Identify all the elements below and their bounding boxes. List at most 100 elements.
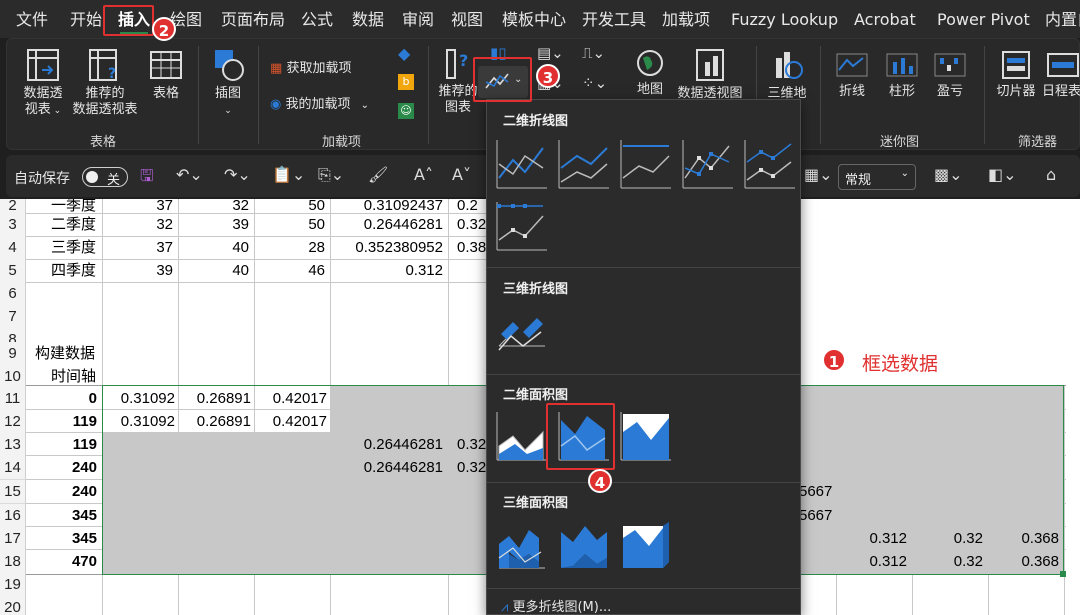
redo-icon[interactable]: ↷⌄ — [224, 165, 251, 184]
cell-value[interactable]: 0.352380952 — [338, 236, 446, 260]
tab-addins[interactable]: 加载项 — [662, 0, 710, 38]
cell-value[interactable]: 28 — [262, 236, 328, 260]
table-button[interactable]: 表格 — [146, 48, 186, 102]
3d-percent-stacked-area-thumb[interactable] — [619, 518, 673, 572]
percent-stacked-area-thumb[interactable] — [619, 410, 673, 464]
cell-axis[interactable]: 345 — [30, 504, 100, 528]
tab-fuzzy-lookup[interactable]: Fuzzy Lookup — [731, 0, 838, 38]
pivot-chart-button[interactable]: 数据透视图 — [674, 48, 746, 102]
bing-icon[interactable]: b — [398, 74, 414, 90]
cell-value[interactable]: 0.26446281 — [338, 213, 446, 237]
tab-file[interactable]: 文件 — [16, 0, 48, 38]
row-header[interactable]: 9 — [0, 342, 26, 366]
area-chart-thumb[interactable] — [495, 410, 549, 464]
autosave-toggle[interactable]: 关 — [82, 167, 128, 188]
timeline-button[interactable]: 日程表 — [1042, 50, 1080, 100]
cell-axis[interactable]: 0 — [30, 387, 100, 411]
cell-axis[interactable]: 119 — [30, 410, 100, 434]
scatter-chart-icon[interactable]: ⁘⌄ — [582, 74, 607, 92]
pivot-table-button[interactable]: 数据透 视表 ⌄ — [18, 48, 68, 119]
tab-templates[interactable]: 模板中心 — [502, 0, 566, 38]
cell-value[interactable]: 39 — [110, 259, 176, 283]
tab-builtin[interactable]: 内置自 — [1045, 0, 1080, 38]
cell-label-build-data[interactable]: 构建数据 — [32, 342, 98, 366]
my-addins-button[interactable]: ◉ 我的加载项 ⌄ — [270, 93, 369, 112]
save-icon[interactable]: 🖫 — [140, 165, 154, 192]
cell-axis[interactable]: 240 — [30, 480, 100, 504]
row-header[interactable]: 19 — [0, 573, 26, 597]
conditional-format-icon[interactable]: ▩⌄ — [934, 165, 963, 184]
people-icon[interactable]: ☺ — [398, 103, 414, 119]
recommended-pivot-button[interactable]: ? 推荐的 数据透视表 — [70, 48, 140, 118]
row-header[interactable]: 11 — [0, 387, 26, 411]
decrease-font-icon[interactable]: A˅ — [452, 165, 471, 184]
tab-page-layout[interactable]: 页面布局 — [221, 0, 285, 38]
tab-data[interactable]: 数据 — [352, 0, 384, 38]
copy-icon[interactable]: ⎘⌄ — [318, 165, 344, 185]
row-header[interactable]: 6 — [0, 282, 26, 306]
borders-icon[interactable]: ▦⌄ — [804, 165, 833, 184]
cell-axis[interactable]: 345 — [30, 527, 100, 551]
undo-icon[interactable]: ↶⌄ — [176, 165, 203, 184]
format-painter-icon[interactable]: 🖌 — [368, 165, 388, 184]
tag-icon[interactable]: ⌂ — [1046, 165, 1056, 184]
cell-value[interactable]: 39 — [186, 213, 252, 237]
bar-chart-icon[interactable]: ▤⌄ — [537, 44, 564, 62]
3d-stacked-area-thumb[interactable] — [557, 518, 611, 572]
stacked-line-markers-thumb[interactable] — [743, 138, 797, 192]
cell-axis[interactable]: 470 — [30, 550, 100, 574]
row-header[interactable]: 15 — [0, 480, 26, 504]
cell-value[interactable]: 40 — [186, 236, 252, 260]
increase-font-icon[interactable]: A˄ — [414, 165, 433, 184]
tab-formulas[interactable]: 公式 — [301, 0, 333, 38]
sparkline-column-button[interactable]: 柱形 — [882, 50, 922, 100]
cell-value[interactable]: 46 — [262, 259, 328, 283]
row-header[interactable]: 3 — [0, 213, 26, 237]
row-header[interactable]: 17 — [0, 527, 26, 551]
percent-stacked-line-thumb[interactable] — [619, 138, 673, 192]
stacked-line-thumb[interactable] — [557, 138, 611, 192]
row-header[interactable]: 5 — [0, 259, 26, 283]
line-markers-thumb[interactable] — [681, 138, 735, 192]
cell-value[interactable]: 0.32 — [454, 213, 489, 237]
row-header[interactable]: 16 — [0, 504, 26, 528]
get-addins-button[interactable]: ▦ 获取加载项 — [270, 57, 351, 76]
row-header[interactable]: 14 — [0, 456, 26, 480]
cell-value[interactable]: 37 — [110, 236, 176, 260]
tab-review[interactable]: 审阅 — [402, 0, 434, 38]
cell-style-icon[interactable]: ◧⌄ — [988, 165, 1017, 184]
visio-icon[interactable]: ◆ — [398, 44, 410, 63]
row-header[interactable]: 4 — [0, 236, 26, 260]
cell-axis[interactable]: 240 — [30, 456, 100, 480]
paste-icon[interactable]: 📋⌄ — [272, 165, 305, 184]
map-chart-button[interactable]: 地图 — [632, 48, 668, 98]
3d-area-thumb[interactable] — [495, 518, 549, 572]
tab-view[interactable]: 视图 — [451, 0, 483, 38]
percent-stacked-line-markers-thumb[interactable] — [495, 200, 549, 254]
tab-home[interactable]: 开始 — [70, 0, 102, 38]
cell-value[interactable]: 0.312 — [338, 259, 446, 283]
slicer-button[interactable]: 切片器 — [994, 50, 1038, 100]
more-line-charts-link[interactable]: ⩘ 更多折线图(M)... — [501, 596, 611, 615]
row-header[interactable]: 13 — [0, 433, 26, 457]
cell-label-q2[interactable]: 二季度 — [48, 213, 99, 237]
row-header[interactable]: 10 — [0, 365, 26, 389]
cell-label-q3[interactable]: 三季度 — [48, 236, 99, 260]
line-chart-thumb[interactable] — [495, 138, 549, 192]
3d-line-thumb[interactable] — [495, 304, 549, 358]
row-header[interactable]: 12 — [0, 410, 26, 434]
sparkline-winloss-button[interactable]: 盈亏 — [930, 50, 970, 100]
waterfall-chart-icon[interactable]: ⎍⌄ — [582, 44, 605, 62]
row-header[interactable]: 7 — [0, 305, 26, 329]
row-header[interactable]: 20 — [0, 596, 26, 615]
cell-value[interactable]: 40 — [186, 259, 252, 283]
fill-handle[interactable] — [1060, 571, 1066, 577]
cell-value[interactable]: 32 — [110, 213, 176, 237]
cell-value[interactable]: 50 — [262, 213, 328, 237]
tab-developer[interactable]: 开发工具 — [582, 0, 646, 38]
tab-acrobat[interactable]: Acrobat — [854, 0, 916, 38]
tab-power-pivot[interactable]: Power Pivot — [937, 0, 1030, 38]
number-format-select[interactable]: 常规 ⌄ — [838, 164, 916, 190]
3d-map-button[interactable]: 三维地 — [764, 48, 810, 102]
cell-axis[interactable]: 119 — [30, 433, 100, 457]
